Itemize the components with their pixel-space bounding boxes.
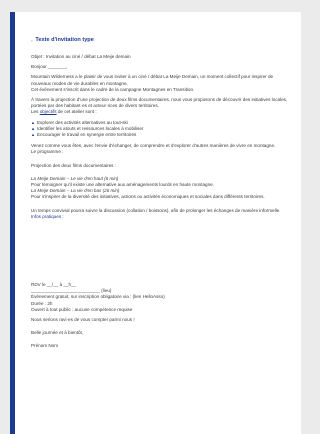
venez-paragraph: Venez comme vous êtes, avec l'envie d'éc… bbox=[31, 143, 276, 149]
list-item: ▲ Encourager le travail en synergie entre… bbox=[31, 132, 137, 138]
projection-paragraph: À travers la projection d'une projection… bbox=[31, 97, 288, 109]
document-page: ▫ Texte d'invitation type Objet : Invita… bbox=[10, 12, 301, 434]
objet-line: Objet : Invitation au ciné / débat La Me… bbox=[31, 54, 131, 59]
greeting: Bonjour _______, bbox=[31, 64, 68, 70]
left-accent-bar bbox=[10, 12, 15, 434]
objectifs-link[interactable]: objectifs bbox=[40, 109, 57, 114]
film2-description: Pour s'inspirer de la diversité des init… bbox=[31, 194, 265, 200]
infos-pratiques-heading: Infos pratiques : bbox=[31, 213, 64, 219]
rdv-audience-line: Ouvert à tout public : aucune compétence… bbox=[31, 306, 133, 312]
page-title: ▫ Texte d'invitation type bbox=[31, 37, 293, 44]
convivial-paragraph: Un temps convivial pourra suivre la disc… bbox=[31, 207, 281, 213]
rdv-welcome-line: Nous serions ravi·es de vous compter par… bbox=[31, 317, 135, 323]
campaign-line: Cet évènement s'inscrit dans le cadre de… bbox=[31, 86, 195, 92]
intro-paragraph: Mountain Wilderness a le plaisir de vous… bbox=[31, 74, 274, 86]
closing-line: Belle journée et à bientôt, bbox=[31, 330, 84, 336]
bullet-icon: ▫ bbox=[31, 38, 33, 43]
objectifs-line: Les objectifs de cet atelier sont : bbox=[31, 109, 97, 115]
objectifs-list: ▲ Explorer des activités alternatives au … bbox=[31, 120, 293, 139]
document-content: ▫ Texte d'invitation type Objet : Invita… bbox=[31, 37, 293, 354]
signature: Prénom Nom bbox=[31, 343, 59, 349]
blank-space bbox=[31, 224, 293, 282]
triangle-bullet-icon: ▲ bbox=[31, 132, 35, 138]
page-title-text: Texte d'invitation type bbox=[35, 37, 94, 43]
projection-heading: Projection des deux films documentaires … bbox=[31, 162, 117, 168]
programme-heading: Le programme : bbox=[31, 149, 64, 155]
